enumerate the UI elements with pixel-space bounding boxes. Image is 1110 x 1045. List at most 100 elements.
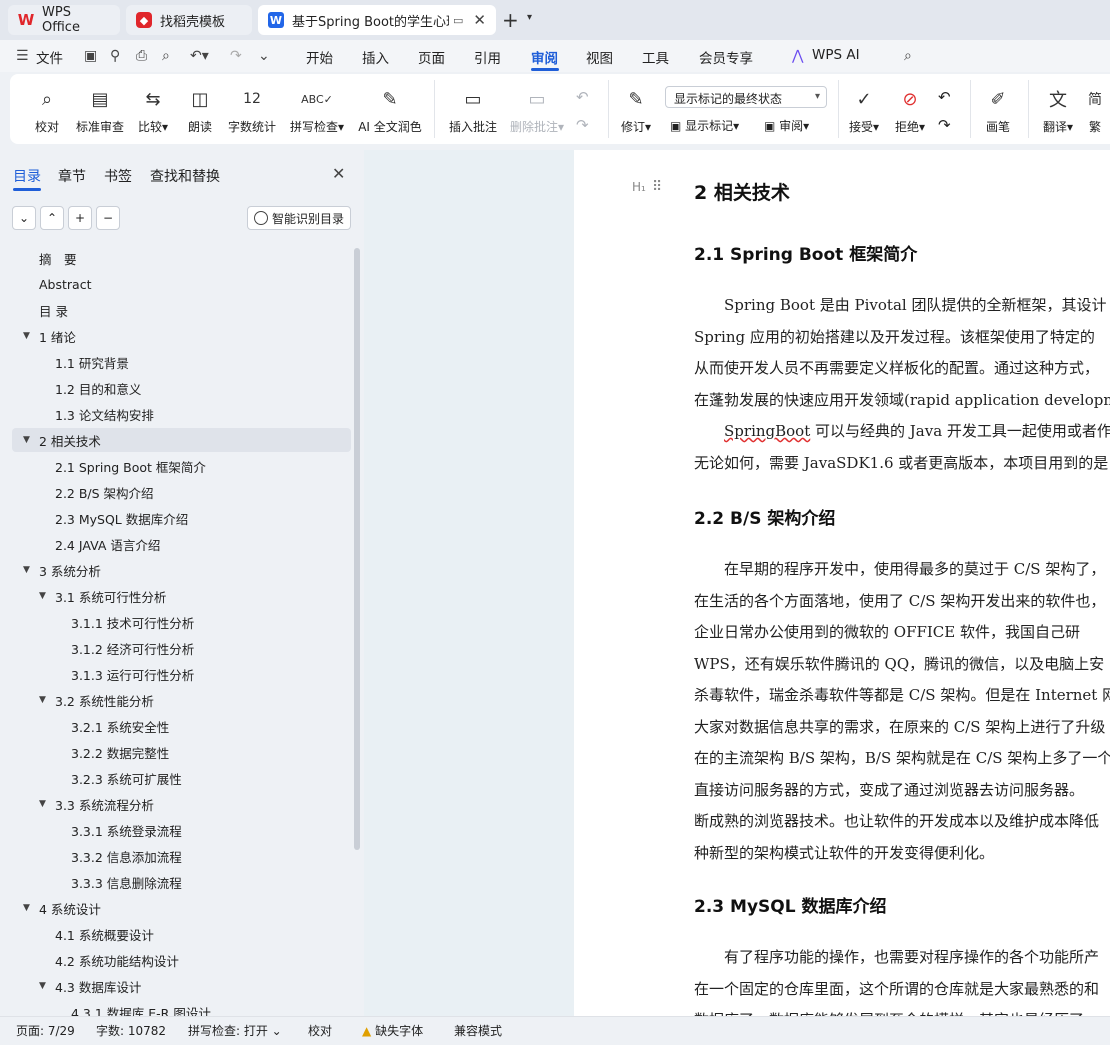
toc-item[interactable]: ▼ 3 系统分析 (12, 558, 351, 582)
accept-button[interactable]: ✓ 接受▾ (844, 74, 884, 144)
insert-comment-button[interactable]: ▭ 插入批注 (446, 74, 500, 144)
toc-item[interactable]: 目 录 (12, 298, 351, 322)
toc-item[interactable]: 1.3 论文结构安排 (12, 402, 351, 426)
toc-item[interactable]: 3.1.2 经济可行性分析 (12, 636, 351, 660)
show-markup-button[interactable]: ▣ 显示标记▾ (670, 117, 739, 134)
toc-item[interactable]: ▼ 4 系统设计 (12, 896, 351, 920)
collapse-up-button[interactable]: ⌃ (40, 206, 64, 230)
menu-insert[interactable]: 插入 (362, 47, 389, 67)
menu-file[interactable]: 文件 (36, 47, 63, 67)
toc-item[interactable]: ▼ 1 绪论 (12, 324, 351, 348)
tab-bookmarks[interactable]: 书签 (104, 166, 132, 186)
page-indicator[interactable]: 页面: 7/29 (16, 1022, 75, 1039)
menu-review[interactable]: 审阅 (531, 47, 558, 67)
share-icon[interactable]: ⚲ (110, 48, 120, 64)
hamburger-icon[interactable]: ☰ (16, 48, 29, 64)
toc-item[interactable]: 3.1.3 运行可行性分析 (12, 662, 351, 686)
menu-member[interactable]: 会员专享 (699, 47, 753, 67)
read-aloud-button[interactable]: ◫ 朗读 (182, 74, 218, 144)
toc-item[interactable]: ▼ 3.1 系统可行性分析 (12, 584, 351, 608)
tab-wps-office[interactable]: W WPS Office (8, 5, 120, 35)
toggle-arrow-icon[interactable]: ▼ (23, 903, 30, 913)
new-tab-icon[interactable]: + (502, 8, 519, 32)
expand-down-button[interactable]: ⌄ (12, 206, 36, 230)
smart-toc-button[interactable]: 智能识别目录 (247, 206, 351, 230)
toc-item[interactable]: 3.2.3 系统可扩展性 (12, 766, 351, 790)
toc-scrollbar[interactable] (354, 248, 360, 850)
next-comment-icon[interactable]: ↷ (576, 116, 589, 134)
spell-check-button[interactable]: ABC✓ 拼写检查▾ (286, 74, 348, 144)
toc-item[interactable]: 4.2 系统功能结构设计 (12, 948, 351, 972)
more-chevron-icon[interactable]: ⌄ (258, 48, 270, 64)
toggle-arrow-icon[interactable]: ▼ (23, 331, 30, 341)
tab-find-replace[interactable]: 查找和替换 (150, 166, 220, 186)
spelling-error-mark[interactable]: SpringBoot (724, 422, 810, 440)
toc-item[interactable]: ▼ 4.3 数据库设计 (12, 974, 351, 998)
close-tab-icon[interactable]: ✕ (473, 11, 486, 29)
toggle-arrow-icon[interactable]: ▼ (39, 695, 46, 705)
toc-item[interactable]: 2.3 MySQL 数据库介绍 (12, 506, 351, 530)
spell-check-status[interactable]: 拼写检查: 打开 ⌄ (188, 1022, 282, 1039)
toc-item[interactable]: ▼ 3.2 系统性能分析 (12, 688, 351, 712)
delete-comment-button[interactable]: ▭ 删除批注▾ (506, 74, 568, 144)
toc-item[interactable]: 3.3.1 系统登录流程 (12, 818, 351, 842)
toggle-arrow-icon[interactable]: ▼ (39, 981, 46, 991)
translate-button[interactable]: 文 翻译▾ (1038, 74, 1078, 144)
toggle-arrow-icon[interactable]: ▼ (23, 565, 30, 575)
print-preview-icon[interactable]: ⌕ (162, 48, 170, 64)
proof-status[interactable]: 校对 (308, 1022, 332, 1039)
toc-item[interactable]: 2.1 Spring Boot 框架简介 (12, 454, 351, 478)
tab-templates[interactable]: ◆ 找稻壳模板 (126, 5, 252, 35)
toc-item[interactable]: 3.3.2 信息添加流程 (12, 844, 351, 868)
save-icon[interactable]: ▣ (84, 48, 97, 64)
toc-item[interactable]: 3.1.1 技术可行性分析 (12, 610, 351, 634)
menu-wps-ai[interactable]: WPS AI (812, 47, 860, 63)
toc-item[interactable]: 1.1 研究背景 (12, 350, 351, 374)
tab-document[interactable]: W 基于Spring Boot的学生心理... ▭ ✕ (258, 5, 496, 35)
tab-chapters[interactable]: 章节 (58, 166, 86, 186)
proofread-button[interactable]: ⌕ 校对 (26, 74, 68, 144)
print-icon[interactable]: ⎙ (136, 48, 147, 64)
toggle-arrow-icon[interactable]: ▼ (23, 435, 30, 445)
ai-polish-button[interactable]: ✎ AI 全文润色 (356, 74, 424, 144)
review-pane-button[interactable]: ▣ 审阅▾ (764, 117, 809, 134)
menu-tools[interactable]: 工具 (642, 47, 669, 67)
toggle-arrow-icon[interactable]: ▼ (39, 799, 46, 809)
redo-icon[interactable]: ↷ (230, 48, 242, 64)
toc-item[interactable]: 摘 要 (12, 246, 351, 270)
next-change-icon[interactable]: ↷ (938, 116, 951, 134)
previous-comment-icon[interactable]: ↶ (576, 88, 589, 106)
standard-review-button[interactable]: ▤ 标准审查 (74, 74, 126, 144)
traditional-chinese-button[interactable]: 简 繁 (1084, 74, 1106, 144)
toc-item[interactable]: 3.2.1 系统安全性 (12, 714, 351, 738)
compare-button[interactable]: ⇆ 比较▾ (132, 74, 174, 144)
toc-item[interactable]: ▼ 3.3 系统流程分析 (12, 792, 351, 816)
toggle-arrow-icon[interactable]: ▼ (39, 591, 46, 601)
tab-toc[interactable]: 目录 (13, 166, 41, 186)
menu-view[interactable]: 视图 (586, 47, 613, 67)
toc-item[interactable]: 4.1 系统概要设计 (12, 922, 351, 946)
toc-item[interactable]: 3.2.2 数据完整性 (12, 740, 351, 764)
close-icon[interactable]: ✕ (332, 164, 345, 183)
toc-item[interactable]: 1.2 目的和意义 (12, 376, 351, 400)
search-icon[interactable]: ⌕ (904, 48, 912, 64)
menu-home[interactable]: 开始 (306, 47, 333, 67)
pen-button[interactable]: ✐ 画笔 (980, 74, 1016, 144)
add-heading-button[interactable]: + (68, 206, 92, 230)
track-changes-button[interactable]: ✎ 修订▾ (616, 74, 656, 144)
previous-change-icon[interactable]: ↶ (938, 88, 951, 106)
toc-item[interactable]: ▼ 2 相关技术 (12, 428, 351, 452)
toc-item[interactable]: 2.2 B/S 架构介绍 (12, 480, 351, 504)
toc-item[interactable]: 3.3.3 信息删除流程 (12, 870, 351, 894)
drag-handle-icon[interactable]: ⠿ (652, 179, 662, 195)
toc-item[interactable]: Abstract (12, 272, 351, 296)
missing-font-status[interactable]: ▲ 缺失字体 (362, 1022, 423, 1039)
document-page[interactable]: H₁ ⠿ 2 相关技术 2.1 Spring Boot 框架简介 Spring … (574, 150, 1110, 1016)
display-markup-select[interactable]: 显示标记的最终状态 ▾ (665, 86, 827, 108)
remove-heading-button[interactable]: − (96, 206, 120, 230)
word-count[interactable]: 字数: 10782 (96, 1022, 166, 1039)
chevron-down-icon[interactable]: ▾ (527, 12, 532, 23)
toc-item[interactable]: 2.4 JAVA 语言介绍 (12, 532, 351, 556)
menu-references[interactable]: 引用 (474, 47, 501, 67)
reject-button[interactable]: ⊘ 拒绝▾ (890, 74, 930, 144)
